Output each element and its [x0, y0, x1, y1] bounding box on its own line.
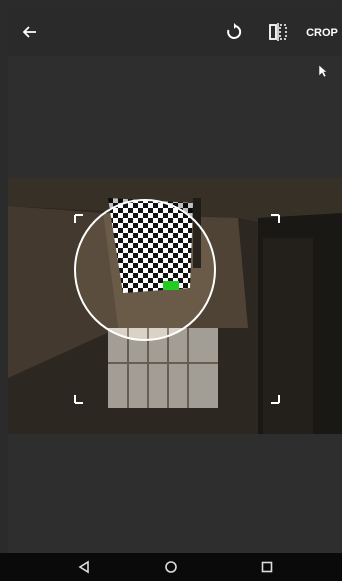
- rotate-button[interactable]: [214, 8, 254, 56]
- editor-frame: CROP: [8, 8, 342, 553]
- system-nav-bar: [0, 553, 342, 581]
- mouse-cursor-icon: [318, 64, 328, 83]
- crop-button-label: CROP: [306, 27, 338, 39]
- nav-back-button[interactable]: [72, 557, 96, 577]
- circle-home-icon: [165, 561, 177, 573]
- crop-button[interactable]: CROP: [302, 18, 342, 48]
- flip-horizontal-icon: [269, 23, 287, 41]
- app-bar: CROP: [8, 8, 342, 56]
- back-button[interactable]: [10, 8, 50, 56]
- rotate-icon: [227, 23, 242, 39]
- photo-canvas[interactable]: [8, 178, 342, 434]
- nav-recents-button[interactable]: [255, 557, 279, 577]
- triangle-back-icon: [78, 560, 89, 574]
- photo-image: [8, 178, 342, 434]
- flip-button[interactable]: [258, 8, 298, 56]
- square-recents-icon: [261, 561, 273, 573]
- arrow-left-icon: [22, 26, 36, 38]
- nav-home-button[interactable]: [159, 557, 183, 577]
